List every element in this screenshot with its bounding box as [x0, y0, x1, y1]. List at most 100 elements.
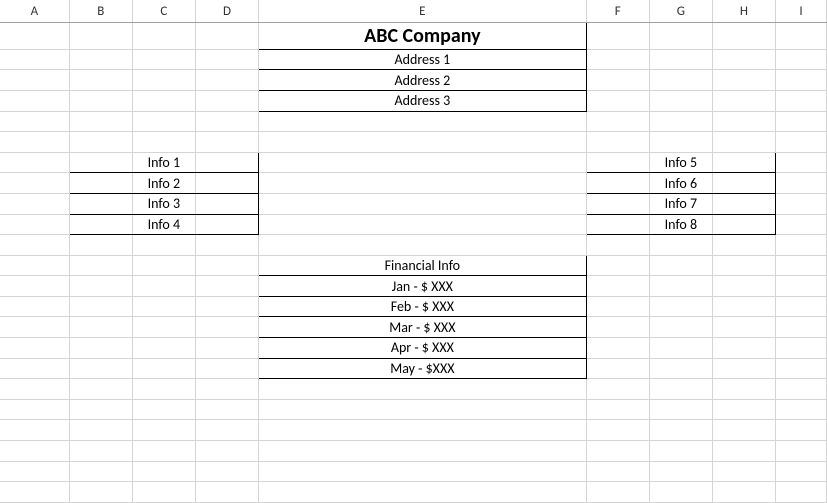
- cell[interactable]: [0, 255, 69, 276]
- cell[interactable]: [132, 111, 195, 132]
- cell[interactable]: [712, 399, 775, 420]
- cell[interactable]: [132, 399, 195, 420]
- cell[interactable]: [776, 317, 827, 338]
- cell[interactable]: [132, 461, 195, 482]
- cell[interactable]: [0, 132, 69, 153]
- right-info-cell[interactable]: [586, 193, 649, 214]
- col-header-E[interactable]: E: [258, 0, 586, 23]
- cell[interactable]: [712, 441, 775, 462]
- cell[interactable]: [69, 49, 132, 70]
- cell[interactable]: [195, 482, 258, 503]
- cell[interactable]: [776, 441, 827, 462]
- cell[interactable]: [712, 338, 775, 359]
- cell[interactable]: [776, 461, 827, 482]
- address-line[interactable]: Address 2: [258, 70, 586, 91]
- company-title[interactable]: ABC Company: [258, 23, 586, 50]
- left-info-cell[interactable]: Info 4: [132, 214, 195, 235]
- cell[interactable]: [776, 132, 827, 153]
- cell[interactable]: [0, 90, 69, 111]
- cell[interactable]: [195, 358, 258, 379]
- cell[interactable]: [132, 70, 195, 91]
- cell[interactable]: [132, 317, 195, 338]
- cell[interactable]: [776, 173, 827, 194]
- left-info-cell[interactable]: [69, 173, 132, 194]
- cell[interactable]: [0, 23, 69, 50]
- cell[interactable]: [0, 214, 69, 235]
- cell[interactable]: [0, 276, 69, 297]
- cell[interactable]: [258, 441, 586, 462]
- col-header-B[interactable]: B: [69, 0, 132, 23]
- cell[interactable]: [69, 70, 132, 91]
- cell[interactable]: [649, 379, 712, 400]
- cell[interactable]: [586, 132, 649, 153]
- cell[interactable]: [586, 70, 649, 91]
- cell[interactable]: [712, 317, 775, 338]
- col-header-G[interactable]: G: [649, 0, 712, 23]
- cell[interactable]: [0, 358, 69, 379]
- cell[interactable]: [195, 111, 258, 132]
- cell[interactable]: [586, 338, 649, 359]
- cell[interactable]: [649, 441, 712, 462]
- cell[interactable]: [586, 420, 649, 441]
- left-info-cell[interactable]: Info 3: [132, 193, 195, 214]
- cell[interactable]: [69, 482, 132, 503]
- cell[interactable]: [258, 379, 586, 400]
- cell[interactable]: [649, 235, 712, 256]
- cell[interactable]: [649, 132, 712, 153]
- cell[interactable]: [776, 255, 827, 276]
- right-info-cell[interactable]: [712, 193, 775, 214]
- cell[interactable]: [586, 23, 649, 50]
- cell[interactable]: [69, 276, 132, 297]
- cell[interactable]: [195, 317, 258, 338]
- cell[interactable]: [258, 461, 586, 482]
- cell[interactable]: [712, 276, 775, 297]
- right-info-cell[interactable]: [712, 173, 775, 194]
- cell[interactable]: [776, 276, 827, 297]
- col-header-D[interactable]: D: [195, 0, 258, 23]
- cell[interactable]: [586, 379, 649, 400]
- cell[interactable]: [586, 461, 649, 482]
- col-header-I[interactable]: I: [776, 0, 827, 23]
- cell[interactable]: [132, 132, 195, 153]
- cell[interactable]: [649, 358, 712, 379]
- cell[interactable]: [195, 276, 258, 297]
- cell[interactable]: [712, 90, 775, 111]
- cell[interactable]: [69, 111, 132, 132]
- cell[interactable]: [776, 420, 827, 441]
- cell[interactable]: [649, 49, 712, 70]
- cell[interactable]: [649, 70, 712, 91]
- cell[interactable]: [776, 23, 827, 50]
- cell[interactable]: [258, 173, 586, 194]
- address-line[interactable]: Address 1: [258, 49, 586, 70]
- cell[interactable]: [69, 132, 132, 153]
- cell[interactable]: [195, 461, 258, 482]
- cell[interactable]: [586, 296, 649, 317]
- cell[interactable]: [0, 111, 69, 132]
- financial-row[interactable]: Jan - $ XXX: [258, 276, 586, 297]
- cell[interactable]: [132, 379, 195, 400]
- cell[interactable]: [195, 420, 258, 441]
- cell[interactable]: [195, 379, 258, 400]
- right-info-cell[interactable]: [586, 173, 649, 194]
- cell[interactable]: [69, 235, 132, 256]
- cell[interactable]: [586, 49, 649, 70]
- cell[interactable]: [132, 296, 195, 317]
- cell[interactable]: [258, 420, 586, 441]
- cell[interactable]: [712, 111, 775, 132]
- cell[interactable]: [69, 296, 132, 317]
- financial-row[interactable]: Feb - $ XXX: [258, 296, 586, 317]
- cell[interactable]: [0, 482, 69, 503]
- cell[interactable]: [712, 49, 775, 70]
- cell[interactable]: [69, 90, 132, 111]
- right-info-cell[interactable]: [712, 152, 775, 173]
- cell[interactable]: [195, 70, 258, 91]
- financial-row[interactable]: May - $XXX: [258, 358, 586, 379]
- cell[interactable]: [649, 399, 712, 420]
- cell[interactable]: [776, 235, 827, 256]
- cell[interactable]: [195, 296, 258, 317]
- cell[interactable]: [712, 420, 775, 441]
- cell[interactable]: [132, 49, 195, 70]
- cell[interactable]: [132, 358, 195, 379]
- cell[interactable]: [712, 70, 775, 91]
- left-info-cell[interactable]: [195, 152, 258, 173]
